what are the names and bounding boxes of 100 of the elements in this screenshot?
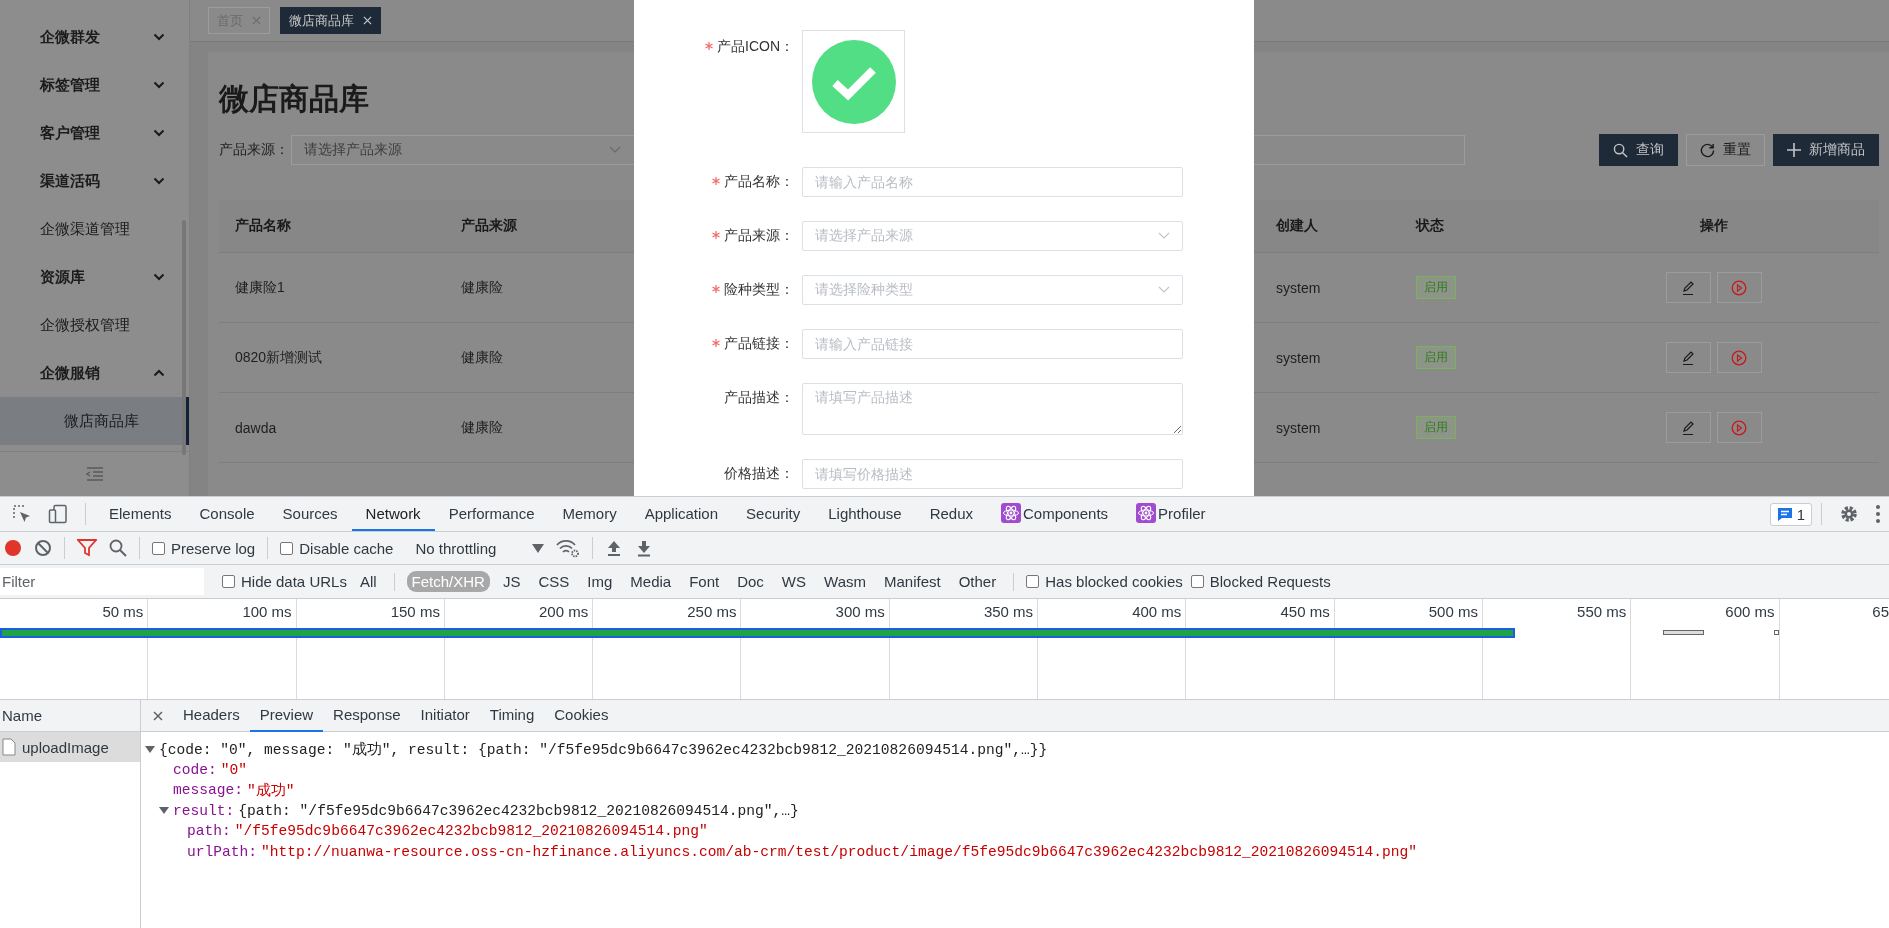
file-icon — [2, 738, 16, 756]
close-icon[interactable] — [153, 710, 163, 721]
column-header: 操作 — [1698, 217, 1729, 235]
column-header: 创建人 — [1275, 217, 1319, 235]
pencil-icon — [1680, 349, 1696, 366]
devtools-tab[interactable]: Console — [185, 497, 269, 531]
type-filter[interactable]: Doc — [732, 571, 769, 592]
chevron-icon — [609, 146, 621, 154]
detail-tab[interactable]: Cookies — [544, 699, 619, 732]
time-tick-label: 250 ms — [687, 603, 737, 620]
message-icon — [1776, 506, 1793, 522]
devtools-tab[interactable]: Redux — [915, 497, 987, 531]
devtools-tab[interactable]: Components — [987, 497, 1123, 531]
json-value: "0" — [220, 761, 248, 778]
devtools-tab[interactable]: Lighthouse — [814, 497, 916, 531]
table-cell-text: system — [1275, 419, 1322, 436]
time-tick-label: 50 ms — [102, 603, 144, 620]
sidebar-item[interactable]: 企微服销 — [0, 349, 189, 397]
filter-icon[interactable] — [77, 539, 97, 557]
detail-tab[interactable]: Timing — [479, 699, 545, 732]
sidebar-item[interactable]: 企微渠道管理 — [0, 205, 189, 253]
time-tick-label: 65 — [1872, 603, 1889, 620]
input-field[interactable]: 请填写价格描述 — [802, 459, 1183, 489]
type-filter[interactable]: Img — [582, 571, 618, 592]
edit-button[interactable] — [1665, 412, 1711, 443]
caret-icon[interactable] — [145, 744, 155, 754]
devtools-tab[interactable]: Elements — [95, 497, 186, 531]
status-tag: 启用 — [1416, 416, 1456, 439]
devtools-tab[interactable]: Memory — [548, 497, 631, 531]
input-field[interactable]: 请输入产品名称 — [802, 167, 1183, 197]
network-conditions-icon[interactable] — [556, 538, 581, 558]
record-icon[interactable] — [4, 539, 22, 557]
devtools-tab[interactable]: Application — [630, 497, 733, 531]
time-tick-label: 550 ms — [1577, 603, 1627, 620]
blocked-requests-checkbox[interactable]: Blocked Requests — [1190, 573, 1331, 590]
input-field[interactable]: 请输入产品链接 — [802, 329, 1183, 359]
table-cell-text: 健康险 — [460, 278, 504, 297]
sidebar-item[interactable]: 标签管理 — [0, 61, 189, 109]
settings-icon[interactable] — [1839, 504, 1859, 524]
pencil-icon — [1680, 419, 1696, 436]
sidebar-item[interactable]: 企微群发 — [0, 13, 189, 61]
inspect-icon[interactable] — [12, 504, 32, 524]
blocked-cookies-checkbox[interactable]: Has blocked cookies — [1026, 573, 1183, 590]
detail-tab[interactable]: Preview — [249, 699, 324, 732]
issues-badge[interactable]: 1 — [1769, 502, 1812, 526]
field-label: 产品描述： — [724, 389, 794, 407]
type-filter[interactable]: All — [354, 571, 382, 592]
device-toolbar-icon[interactable] — [48, 504, 68, 524]
sidebar-item[interactable]: 渠道活码 — [0, 157, 189, 205]
preserve-log-checkbox[interactable]: Preserve log — [152, 539, 256, 557]
type-filter[interactable]: Media — [625, 571, 677, 592]
toolbar-button[interactable]: 重置 — [1686, 134, 1765, 166]
devtools-tab[interactable]: Performance — [434, 497, 549, 531]
field-label: 产品来源： — [724, 227, 794, 245]
type-filter[interactable]: Manifest — [879, 571, 946, 592]
detail-tab[interactable]: Initiator — [410, 699, 480, 732]
edit-button[interactable] — [1665, 272, 1711, 303]
type-filter[interactable]: CSS — [533, 571, 575, 592]
sidebar-subitem[interactable]: 微店商品库 — [0, 397, 189, 445]
devtools-tab[interactable]: Profiler — [1122, 497, 1220, 531]
more-options-icon[interactable] — [1875, 504, 1881, 524]
type-filter[interactable]: Other — [953, 571, 1002, 592]
hide-data-urls-checkbox[interactable]: Hide data URLs — [222, 573, 347, 590]
edit-button[interactable] — [1665, 342, 1711, 373]
filter-input[interactable]: Filter — [0, 568, 204, 595]
disable-cache-checkbox[interactable]: Disable cache — [280, 539, 394, 557]
type-filter[interactable]: JS — [497, 571, 526, 592]
detail-tab[interactable]: Headers — [173, 699, 250, 732]
field-label: 产品ICON： — [717, 38, 794, 56]
column-header: 产品来源 — [460, 217, 518, 235]
caret-icon[interactable] — [159, 806, 169, 816]
toolbar-button[interactable]: 查询 — [1599, 134, 1678, 166]
type-filter[interactable]: Font — [684, 571, 725, 592]
time-tick-label: 100 ms — [242, 603, 292, 620]
json-value: "http://nuanwa-resource.oss-cn-hzfinance.aliyuncs.com/ab-crm/test/product/image/f5fe95dc9b6647c3962ec4232bcb9812_20210826094514.png" — [261, 843, 1418, 860]
toolbar-button[interactable]: 新增商品 — [1773, 134, 1879, 166]
column-header: Name — [0, 700, 140, 732]
type-filter[interactable]: WS — [776, 571, 812, 592]
json-key: urlPath: — [187, 843, 258, 860]
request-row[interactable]: uploadImage — [0, 732, 140, 762]
table-cell-text: system — [1275, 279, 1322, 296]
devtools-tab[interactable]: Security — [732, 497, 815, 531]
textarea-field[interactable]: 请填写产品描述 — [802, 383, 1183, 435]
devtools-tab[interactable]: Sources — [268, 497, 352, 531]
json-summary: {path: "/f5fe95dc9b6647c3962ec4232bcb9812_20210826094514.png",…} — [238, 802, 799, 819]
chevron-icon — [1158, 232, 1170, 240]
time-tick-label: 150 ms — [390, 603, 440, 620]
waterfall-bar — [1774, 630, 1779, 635]
clear-icon[interactable] — [34, 539, 52, 557]
sidebar-item[interactable]: 资源库 — [0, 253, 189, 301]
detail-tab[interactable]: Response — [323, 699, 411, 732]
status-tag: 启用 — [1416, 346, 1456, 369]
sidebar-item[interactable]: 企微授权管理 — [0, 301, 189, 349]
status-tag: 启用 — [1416, 276, 1456, 299]
sidebar-item[interactable]: 客户管理 — [0, 109, 189, 157]
throttling-dropdown[interactable]: No throttling — [415, 539, 545, 557]
search-icon[interactable] — [109, 539, 127, 557]
type-filter[interactable]: Wasm — [819, 571, 871, 592]
page-tab[interactable]: 微店商品库 — [280, 7, 381, 34]
close-icon[interactable] — [363, 16, 372, 25]
